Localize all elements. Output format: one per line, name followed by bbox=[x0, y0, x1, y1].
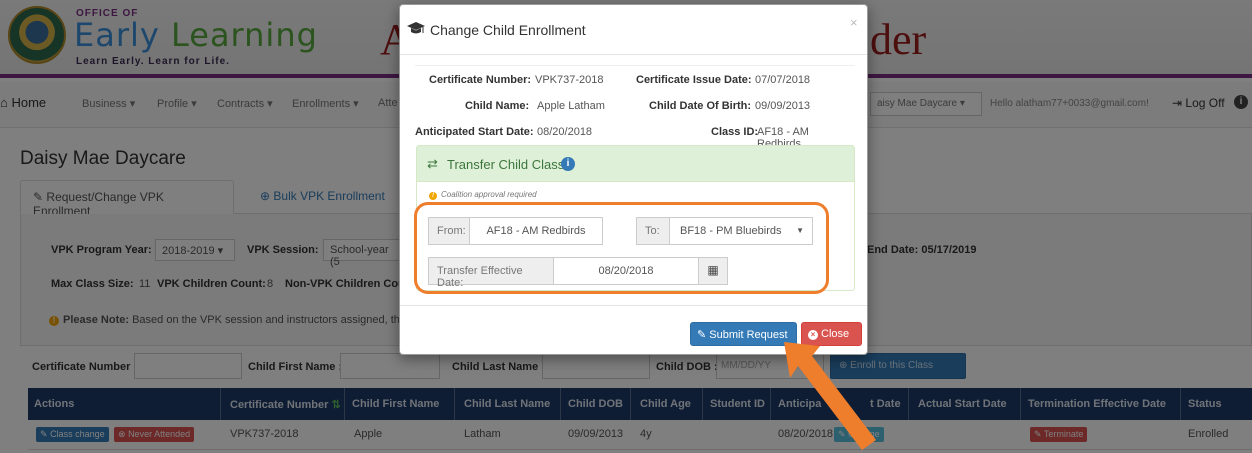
coalition-note: ! Coalition approval required bbox=[429, 190, 537, 200]
cert-number-label: Certificate Number: bbox=[429, 74, 532, 86]
warning-icon: ! bbox=[429, 192, 437, 200]
edit-icon: ✎ bbox=[697, 329, 707, 341]
pointer-arrow-icon bbox=[784, 342, 876, 450]
issue-date-label: Certificate Issue Date: bbox=[636, 74, 752, 86]
dob-value: 09/09/2013 bbox=[755, 100, 811, 112]
start-date-value: 08/20/2018 bbox=[537, 126, 593, 138]
dob-label: Child Date Of Birth: bbox=[649, 100, 752, 112]
swap-arrows-icon: ⇄ bbox=[427, 156, 438, 171]
modal-header: Change Child Enrollment × bbox=[400, 5, 867, 55]
change-enrollment-modal: Change Child Enrollment × Certificate Nu… bbox=[399, 4, 868, 355]
info-icon[interactable]: i bbox=[561, 157, 575, 171]
highlight-outline bbox=[414, 202, 829, 294]
child-name-value: Apple Latham bbox=[537, 100, 605, 112]
class-id-label: Class ID: bbox=[711, 126, 759, 138]
transfer-title: Transfer Child Class bbox=[447, 157, 565, 172]
coalition-note-text: Coalition approval required bbox=[441, 190, 537, 199]
graduation-cap-icon bbox=[407, 22, 425, 34]
child-info-section: Certificate Number: VPK737-2018 Certific… bbox=[415, 65, 855, 150]
modal-title: Change Child Enrollment bbox=[430, 22, 586, 38]
cert-number-value: VPK737-2018 bbox=[535, 74, 604, 86]
start-date-label: Anticipated Start Date: bbox=[415, 126, 534, 138]
child-name-label: Child Name: bbox=[465, 100, 530, 112]
transfer-panel-header: ⇄ Transfer Child Class i bbox=[417, 146, 854, 182]
close-icon[interactable]: × bbox=[850, 15, 858, 30]
issue-date-value: 07/07/2018 bbox=[755, 74, 811, 86]
